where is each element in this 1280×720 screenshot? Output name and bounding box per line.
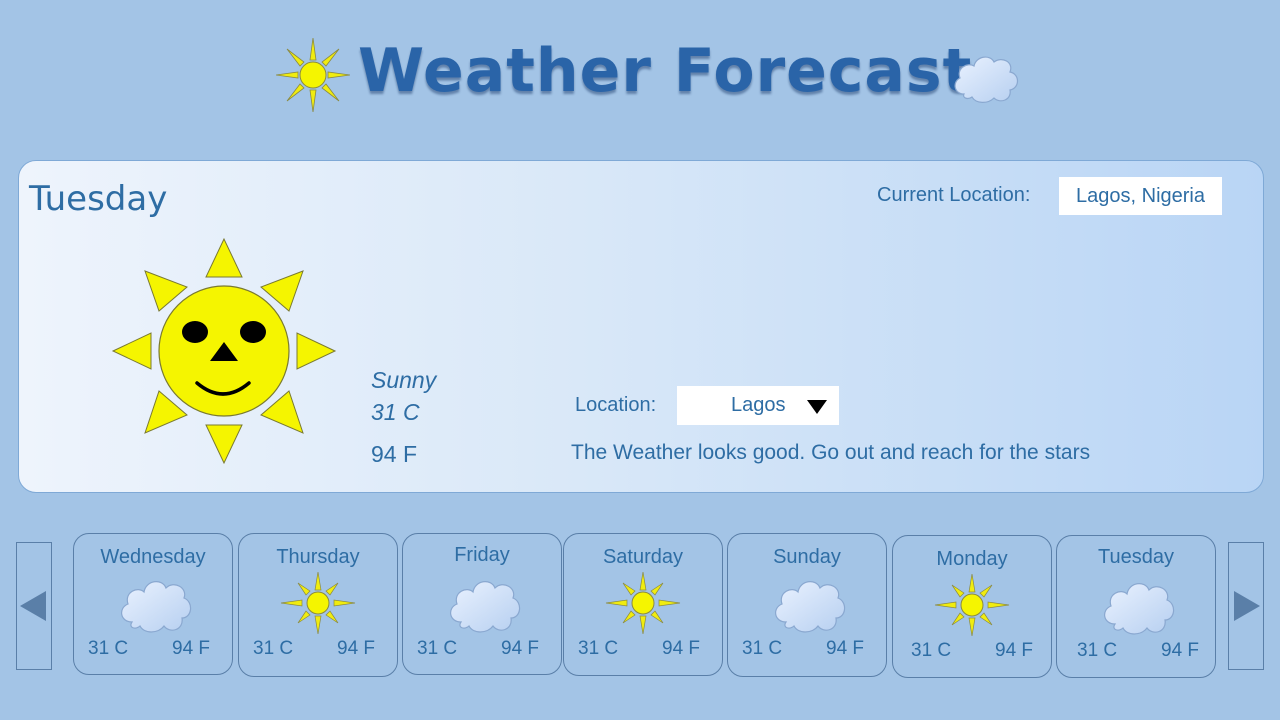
sun-icon: [276, 38, 350, 112]
cloud-icon: [954, 56, 1019, 103]
cloud-icon: [121, 581, 192, 633]
current-location-label: Current Location:: [877, 184, 1031, 206]
forecast-temp-c: 31 C: [88, 638, 129, 659]
smiling-sun-icon: [111, 237, 337, 465]
temperature-fahrenheit: 94 F: [371, 441, 418, 467]
prev-button[interactable]: [16, 542, 52, 670]
sun-icon: [280, 572, 356, 634]
header: Weather Forecast: [0, 30, 1280, 120]
forecast-temp-f: 94 F: [337, 638, 376, 659]
forecast-card[interactable]: Saturday 31 C 94 F: [563, 533, 723, 676]
forecast-temp-f: 94 F: [995, 640, 1034, 661]
forecast-temp-c: 31 C: [578, 638, 619, 659]
location-select-value: Lagos: [731, 394, 786, 416]
cloud-icon: [450, 581, 521, 633]
temperature-celsius: 31 C: [371, 399, 420, 425]
forecast-day-label: Monday: [936, 548, 1008, 570]
cloud-icon: [775, 581, 846, 633]
forecast-day-label: Wednesday: [100, 546, 206, 568]
location-select[interactable]: Lagos: [677, 386, 839, 425]
page-title: Weather Forecast: [358, 36, 973, 106]
forecast-temp-c: 31 C: [742, 638, 783, 659]
chevron-down-icon[interactable]: [807, 400, 827, 414]
cloud-icon: [1104, 583, 1175, 635]
forecast-temp-f: 94 F: [662, 638, 701, 659]
condition-text: Sunny: [371, 367, 437, 393]
forecast-card[interactable]: Sunday 31 C 94 F: [727, 533, 887, 677]
forecast-temp-f: 94 F: [172, 638, 211, 659]
sun-icon: [605, 572, 681, 634]
forecast-temp-c: 31 C: [1077, 640, 1118, 661]
forecast-card[interactable]: Thursday 31 C 94 F: [238, 533, 398, 677]
forecast-temp-f: 94 F: [501, 638, 540, 659]
location-label: Location:: [575, 394, 657, 416]
triangle-right-icon: [1234, 591, 1260, 621]
forecast-card[interactable]: Friday 31 C 94 F: [402, 533, 562, 675]
forecast-temp-c: 31 C: [253, 638, 294, 659]
forecast-card[interactable]: Tuesday 31 C 94 F: [1056, 535, 1216, 678]
forecast-temp-f: 94 F: [1161, 640, 1200, 661]
current-day-title: Tuesday: [29, 179, 168, 219]
sun-icon: [934, 574, 1010, 636]
forecast-temp-c: 31 C: [911, 640, 952, 661]
forecast-day-label: Tuesday: [1098, 546, 1174, 568]
forecast-day-label: Friday: [454, 544, 510, 566]
forecast-card[interactable]: Monday 31 C 94 F: [892, 535, 1052, 678]
weather-message: The Weather looks good. Go out and reach…: [571, 441, 1091, 464]
forecast-temp-f: 94 F: [826, 638, 865, 659]
forecast-day-label: Sunday: [773, 546, 841, 568]
forecast-day-label: Thursday: [276, 546, 360, 568]
forecast-day-label: Saturday: [602, 546, 684, 568]
next-button[interactable]: [1228, 542, 1264, 670]
forecast-temp-c: 31 C: [417, 638, 458, 659]
current-location-value: Lagos, Nigeria: [1059, 177, 1222, 215]
triangle-left-icon: [20, 591, 46, 621]
current-weather-panel: Tuesday Sunny 31 C 94 F Current Location…: [18, 160, 1264, 493]
forecast-card[interactable]: Wednesday 31 C 94 F: [73, 533, 233, 675]
